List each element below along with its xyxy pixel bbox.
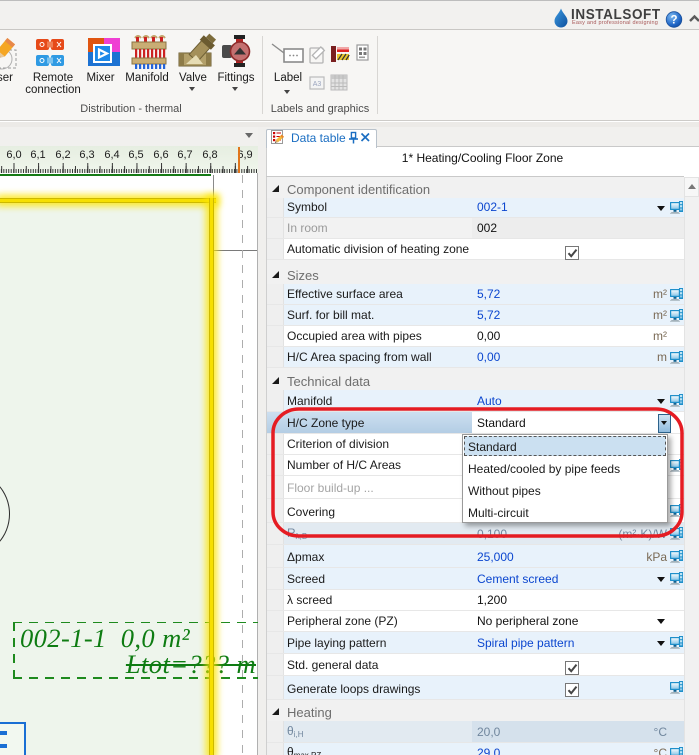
svg-text:?: ? [670,15,677,27]
svg-text:A3: A3 [313,81,322,88]
